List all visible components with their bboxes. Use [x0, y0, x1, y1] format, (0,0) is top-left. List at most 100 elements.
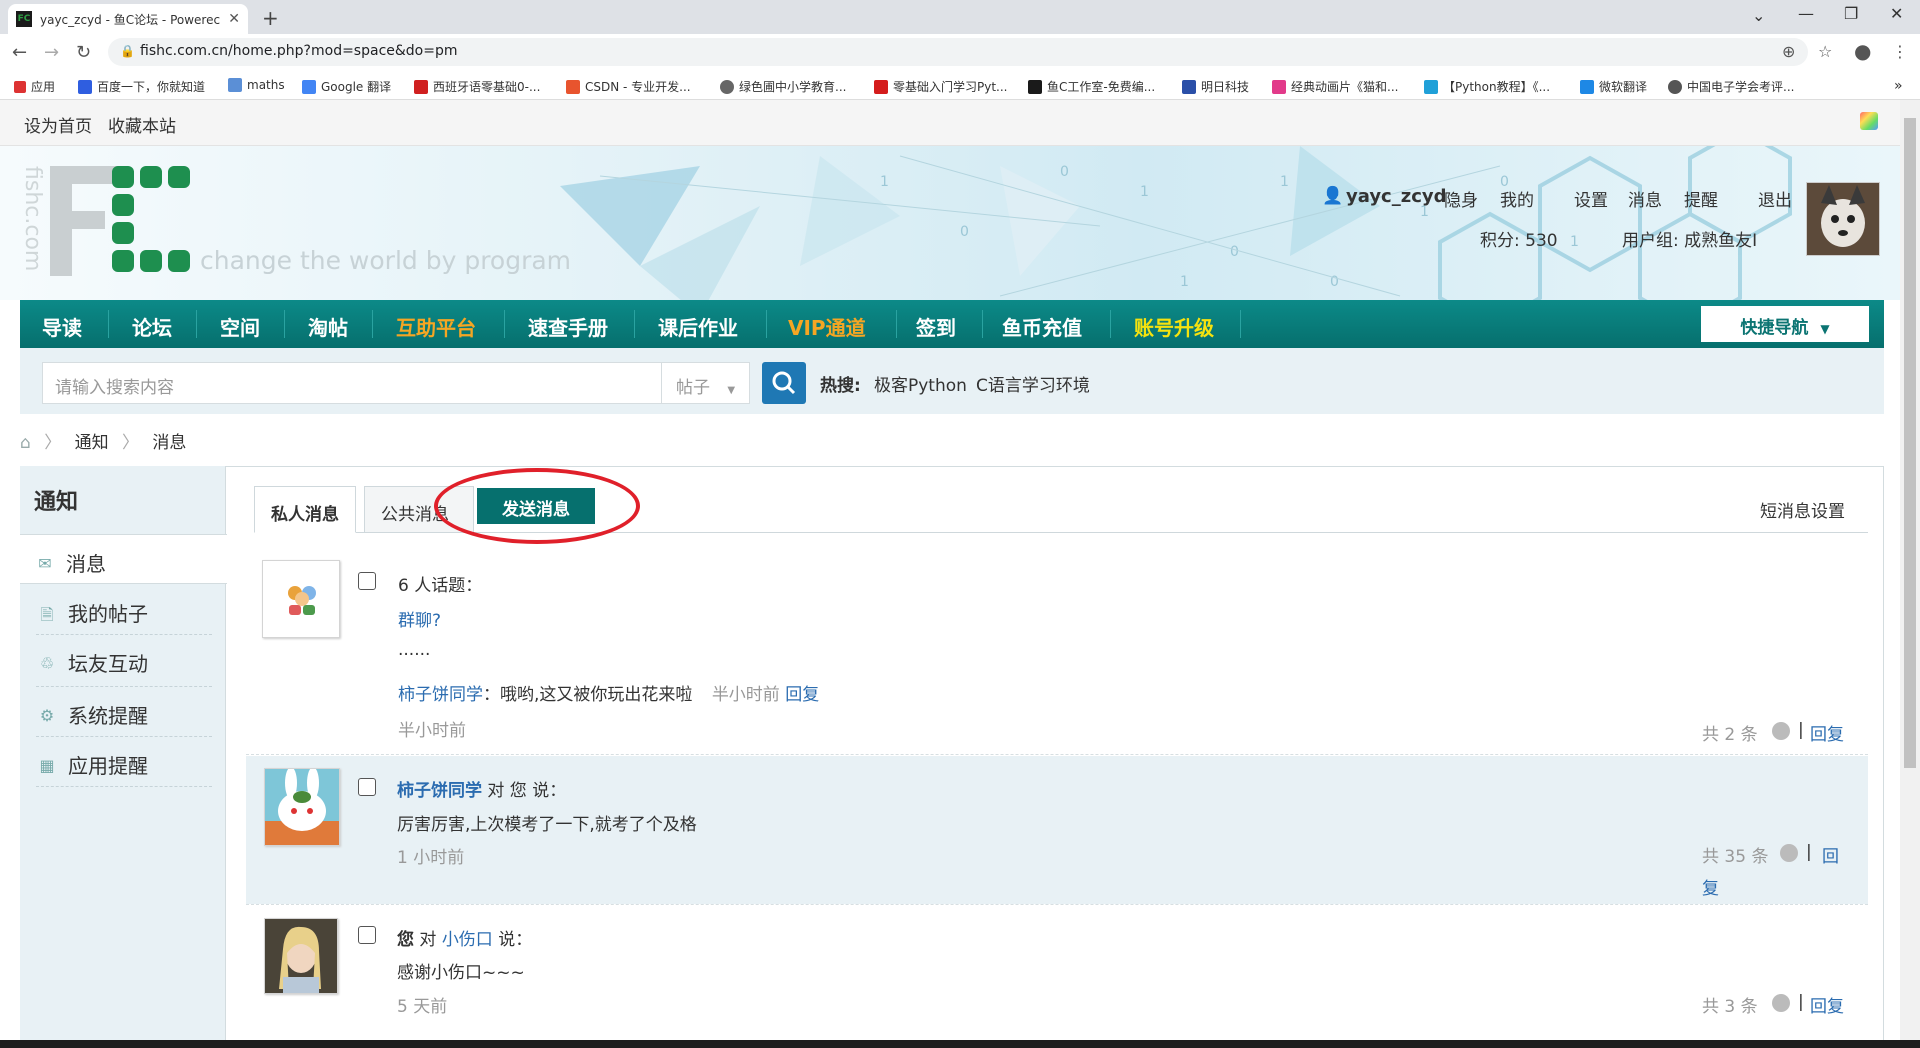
breadcrumb-notice[interactable]: 通知: [75, 433, 109, 453]
bookmark-bing-translate[interactable]: 微软翻译: [1580, 78, 1647, 95]
close-window-icon[interactable]: ✕: [1890, 4, 1903, 23]
sender-link[interactable]: 柿子饼同学: [397, 781, 482, 801]
sidebar-item-apps[interactable]: ▦ 应用提醒: [36, 750, 148, 779]
url-field[interactable]: 🔒 fishc.com.cn/home.php?mod=space&do=pm: [108, 38, 1808, 66]
expand-icon[interactable]: [1780, 844, 1798, 862]
browser-tab[interactable]: FC yayc_zcyd - 鱼C论坛 - Powerec ✕: [8, 4, 248, 34]
sidebar-title: 通知: [34, 490, 79, 515]
zoom-icon[interactable]: ⊕: [1782, 42, 1795, 61]
color-theme-icon[interactable]: [1860, 112, 1878, 130]
reply-link-part2[interactable]: 复: [1702, 874, 1719, 899]
reply-link[interactable]: 回复: [1810, 720, 1844, 745]
message-checkbox[interactable]: [358, 572, 376, 590]
nav-homework[interactable]: 课后作业: [658, 312, 738, 341]
set-home-link[interactable]: 设为首页: [24, 112, 92, 137]
nav-checkin[interactable]: 签到: [916, 312, 956, 341]
group-avatar[interactable]: [262, 560, 340, 638]
more-bookmarks-icon[interactable]: »: [1894, 78, 1903, 94]
bookmark-maths[interactable]: maths: [228, 78, 285, 92]
message-checkbox[interactable]: [358, 778, 376, 796]
inline-reply-link[interactable]: 回复: [785, 685, 819, 705]
invisible-link[interactable]: 隐身: [1444, 186, 1478, 211]
message-settings-link[interactable]: 短消息设置: [1760, 497, 1845, 522]
bookmark-python-zero[interactable]: 零基础入门学习Pyt...: [874, 78, 1008, 95]
bookmark-google-translate[interactable]: Google 翻译: [302, 78, 391, 95]
reply-link[interactable]: 回复: [1810, 992, 1844, 1017]
home-icon[interactable]: ⌂: [20, 433, 31, 453]
expand-icon[interactable]: [1772, 722, 1790, 740]
bookmark-apps[interactable]: 应用: [14, 78, 55, 95]
bookmark-python-tutorial[interactable]: 【Python教程】《...: [1424, 78, 1550, 95]
bookmark-spanish[interactable]: 西班牙语零基础0-...: [414, 78, 540, 95]
search-type-label: 帖子: [676, 378, 710, 398]
site-favicon: FC: [16, 11, 32, 27]
nav-vip[interactable]: VIP通道: [788, 312, 866, 341]
page-scrollbar[interactable]: [1900, 100, 1920, 1048]
bookmark-baidu[interactable]: 百度一下，你就知道: [78, 78, 205, 95]
username-link[interactable]: yayc_zcyd: [1346, 186, 1447, 207]
tab-private-messages[interactable]: 私人消息: [254, 486, 356, 533]
browser-tabbar: FC yayc_zcyd - 鱼C论坛 - Powerec ✕ + ⌄ — ❐ …: [0, 0, 1920, 34]
bookmark-tom-jerry[interactable]: 经典动画片《猫和...: [1272, 78, 1398, 95]
expand-icon[interactable]: [1772, 994, 1790, 1012]
profile-icon[interactable]: ●: [1854, 39, 1871, 63]
nav-guide[interactable]: 导读: [42, 312, 82, 341]
nav-account-upgrade[interactable]: 账号升级: [1134, 312, 1214, 341]
user-avatar[interactable]: [1806, 182, 1880, 256]
reply-link-part1[interactable]: 回: [1822, 842, 1839, 867]
message-header: 柿子饼同学 对 您 说：: [397, 781, 567, 801]
sidebar-item-messages[interactable]: ✉ 消息: [34, 548, 106, 577]
nav-forum[interactable]: 论坛: [132, 312, 172, 341]
sidebar-item-interactions[interactable]: ♲ 坛友互动: [36, 648, 148, 677]
last-reply-author[interactable]: 柿子饼同学: [398, 685, 483, 705]
sidebar-item-my-posts[interactable]: 🗎 我的帖子: [36, 598, 148, 627]
bookmark-mingri[interactable]: 明日科技: [1182, 78, 1249, 95]
nav-space[interactable]: 空间: [220, 312, 260, 341]
group-chat-icon: [288, 586, 316, 615]
star-icon[interactable]: ☆: [1818, 42, 1832, 61]
user-group-dropdown[interactable]: 用户组: 成熟鱼友Ⅰ: [1622, 226, 1757, 251]
search-button[interactable]: [762, 362, 806, 404]
maximize-icon[interactable]: ❐: [1844, 4, 1858, 23]
sender-avatar[interactable]: [264, 767, 340, 846]
search-input[interactable]: 请输入搜索内容: [42, 362, 662, 404]
logout-link[interactable]: 退出: [1758, 186, 1792, 211]
back-icon[interactable]: ←: [12, 42, 27, 63]
hot-search-item[interactable]: C语言学习环境: [976, 371, 1090, 396]
scrollbar-thumb[interactable]: [1904, 118, 1916, 768]
settings-link[interactable]: 设置: [1574, 186, 1608, 211]
group-topic-link[interactable]: 群聊?: [398, 606, 441, 631]
svg-text:1: 1: [880, 174, 889, 190]
nav-taotie[interactable]: 淘帖: [308, 312, 348, 341]
bookmark-csdn[interactable]: CSDN - 专业开发...: [566, 78, 691, 95]
search-type-select[interactable]: 帖子 ▼: [662, 362, 750, 404]
message-time: 5 天前: [397, 997, 448, 1017]
quick-nav-button[interactable]: 快捷导航 ▼: [1701, 306, 1869, 342]
bookmark-green-garden[interactable]: 绿色圃中小学教育...: [720, 78, 846, 95]
messages-link[interactable]: 消息: [1628, 186, 1662, 211]
reminders-link[interactable]: 提醒: [1684, 186, 1718, 211]
search-icon: [772, 371, 796, 395]
nav-quick-manual[interactable]: 速查手册: [528, 312, 608, 341]
my-link[interactable]: 我的: [1500, 186, 1534, 211]
menu-icon[interactable]: ⋮: [1892, 42, 1908, 61]
minimize-icon[interactable]: —: [1798, 4, 1814, 23]
bookmark-cie[interactable]: 中国电子学会考评...: [1668, 78, 1794, 95]
bookmark-fishc[interactable]: 鱼C工作室-免费编...: [1028, 78, 1155, 95]
tab-search-icon[interactable]: ⌄: [1752, 6, 1765, 25]
quick-nav-label: 快捷导航: [1740, 318, 1809, 338]
sender-avatar[interactable]: [264, 918, 338, 994]
message-checkbox[interactable]: [358, 926, 376, 944]
close-tab-icon[interactable]: ✕: [228, 11, 240, 27]
reload-icon[interactable]: ↻: [76, 42, 91, 63]
new-tab-icon[interactable]: +: [262, 6, 279, 30]
recipient-link[interactable]: 小伤口: [442, 930, 493, 950]
nav-coin-recharge[interactable]: 鱼币充值: [1002, 312, 1082, 341]
nav-help-platform[interactable]: 互助平台: [396, 312, 476, 341]
points-dropdown[interactable]: 积分: 530: [1480, 226, 1558, 251]
sidebar-item-system[interactable]: ⚙ 系统提醒: [36, 700, 148, 729]
hot-search-item[interactable]: 极客Python: [874, 371, 967, 396]
bookmark-site-link[interactable]: 收藏本站: [108, 112, 176, 137]
forward-icon[interactable]: →: [44, 42, 59, 63]
message-preview: ......: [398, 640, 431, 660]
